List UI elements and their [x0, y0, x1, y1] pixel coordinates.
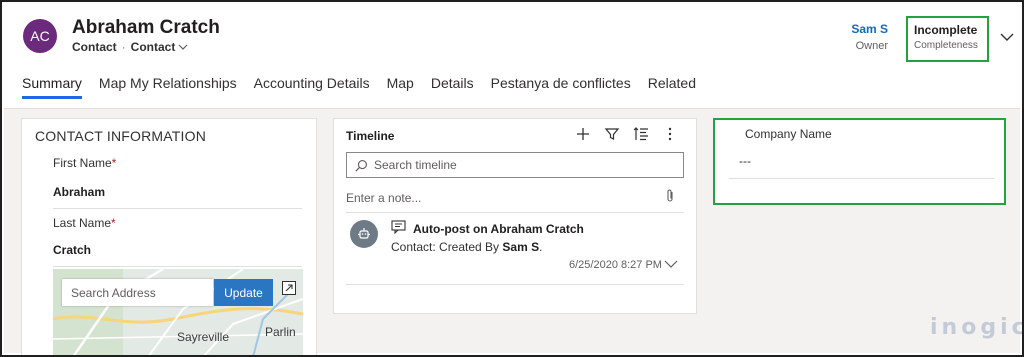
form-selector-label: Contact — [130, 40, 176, 54]
robot-icon — [358, 228, 370, 239]
expand-header-chevron-icon[interactable] — [999, 31, 1015, 43]
expand-post-chevron-icon[interactable] — [664, 259, 678, 269]
form-selector[interactable]: Contact — [131, 40, 189, 54]
post-body-suffix: . — [539, 240, 543, 254]
filter-icon[interactable] — [604, 126, 620, 142]
field-divider — [53, 208, 302, 209]
tab-map[interactable]: Map — [387, 75, 414, 99]
record-title: Abraham Cratch — [72, 17, 220, 38]
add-icon[interactable] — [575, 126, 591, 142]
tab-details[interactable]: Details — [431, 75, 474, 99]
required-marker: * — [111, 156, 117, 170]
subtitle-separator: · — [121, 40, 126, 54]
expand-map-icon[interactable] — [282, 281, 296, 295]
post-timestamp: 6/25/2020 8:27 PM — [569, 259, 662, 271]
section-title: CONTACT INFORMATION — [35, 128, 207, 144]
timeline-divider — [346, 212, 684, 213]
last-name-label-text: Last Name — [53, 216, 112, 230]
timeline-title: Timeline — [346, 129, 395, 143]
attachment-icon[interactable] — [664, 188, 676, 204]
watermark-logo: inogic — [930, 315, 1024, 340]
post-icon — [391, 220, 406, 234]
tab-related[interactable]: Related — [648, 75, 696, 99]
chevron-down-icon — [178, 44, 188, 50]
form-tabs: Summary Map My Relationships Accounting … — [22, 75, 713, 99]
timeline-search-placeholder: Search timeline — [374, 158, 457, 172]
company-name-field[interactable]: --- — [739, 154, 751, 168]
owner-label: Owner — [855, 40, 888, 52]
post-body: Contact: Created By Sam S. — [391, 240, 542, 254]
owner-name-link[interactable]: Sam S — [851, 22, 888, 36]
record-avatar: AC — [23, 19, 57, 53]
post-avatar — [350, 220, 378, 248]
address-map[interactable]: Search Address Update Sayreville Parlin — [53, 269, 303, 355]
contact-information-section: CONTACT INFORMATION First Name* Abraham … — [21, 118, 317, 355]
post-title: Auto-post on Abraham Cratch — [413, 222, 584, 236]
record-subtitle: Contact · Contact — [72, 40, 188, 54]
timeline-toolbar — [575, 126, 678, 142]
owner-field: Sam S Owner — [851, 22, 888, 52]
tab-summary[interactable]: Summary — [22, 75, 82, 99]
completeness-field: Incomplete Completeness — [906, 16, 989, 62]
map-place-label: Sayreville — [177, 330, 230, 344]
entity-type-label: Contact — [72, 40, 117, 54]
first-name-label-text: First Name — [53, 156, 112, 170]
tab-map-my-relationships[interactable]: Map My Relationships — [99, 75, 237, 99]
timeline-divider — [346, 284, 684, 285]
sort-icon[interactable] — [633, 126, 649, 142]
company-name-section: Company Name --- — [713, 118, 1006, 205]
first-name-label: First Name* — [53, 156, 116, 170]
first-name-field[interactable]: Abraham — [53, 185, 105, 199]
post-user-link[interactable]: Sam S — [502, 240, 539, 254]
note-input[interactable]: Enter a note... — [346, 191, 421, 205]
map-update-button[interactable]: Update — [214, 279, 273, 306]
completeness-label: Completeness — [914, 40, 978, 51]
more-options-icon[interactable] — [662, 126, 678, 142]
tab-conflicts[interactable]: Pestanya de conflictes — [491, 75, 631, 99]
search-icon — [355, 159, 367, 171]
timeline-section: Timeline Search timeline Enter a note...… — [333, 118, 697, 314]
map-address-search-input[interactable]: Search Address — [62, 279, 213, 306]
tab-accounting-details[interactable]: Accounting Details — [254, 75, 370, 99]
timeline-search-input[interactable]: Search timeline — [346, 152, 684, 178]
completeness-value: Incomplete — [914, 23, 978, 37]
app-frame: AC Abraham Cratch Contact · Contact Sam … — [0, 0, 1024, 357]
last-name-field[interactable]: Cratch — [53, 243, 91, 257]
required-marker: * — [111, 216, 116, 230]
map-place-label: Parlin — [265, 325, 296, 339]
company-name-label: Company Name — [745, 127, 832, 141]
field-divider — [53, 266, 302, 267]
field-divider — [729, 178, 994, 179]
last-name-label: Last Name* — [53, 216, 116, 230]
post-body-prefix: Contact: Created By — [391, 240, 503, 254]
